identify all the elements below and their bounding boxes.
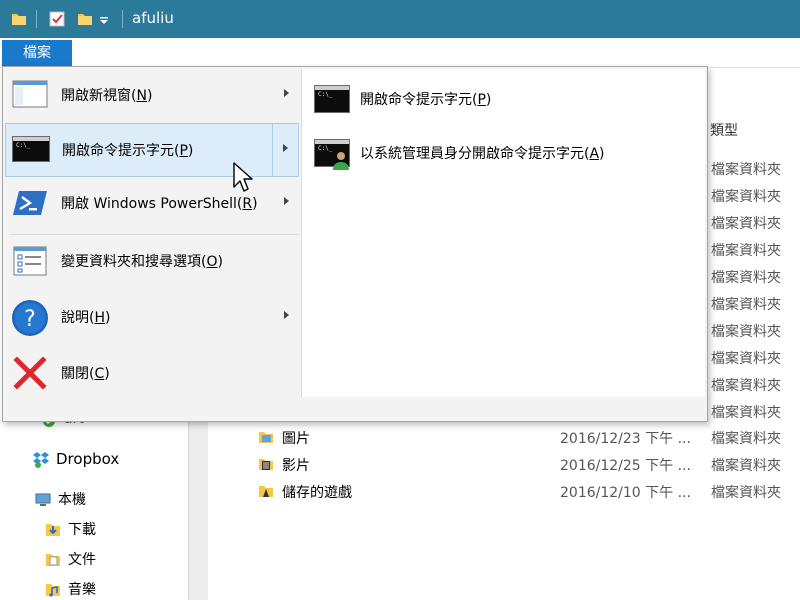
nav-item-label: 音樂 [68,582,96,598]
submenu-item-label: 以系統管理員身分開啟命令提示字元(A) [360,146,605,162]
submenu-item-label: 開啟命令提示字元(P) [360,92,492,108]
nav-item-downloads[interactable]: 下載 [44,516,96,542]
menu-item-label: 關閉(C) [61,366,110,382]
properties-icon[interactable] [48,10,66,28]
new-folder-icon[interactable] [76,10,94,28]
music-folder-icon [44,580,62,598]
mouse-cursor-icon [233,162,253,192]
nav-item-dropbox[interactable]: Dropbox [32,446,119,472]
folder-options-icon [11,245,49,277]
nav-item-label: 下載 [68,522,96,538]
type-cell: 檔案資料夾 [711,189,781,205]
menu-item-label: 開啟命令提示字元(P) [62,143,194,159]
navigation-pane: art Dropbox 本機 下載 文件 音樂 [0,400,188,600]
svg-text:?: ? [24,307,36,332]
videos-folder-icon [258,456,274,472]
menu-item-label: 說明(H) [61,310,111,326]
file-name: 影片 [282,458,310,474]
menu-item-label: 開啟新視窗(N) [61,88,153,104]
menu-item-label: 開啟 Windows PowerShell(R) [61,196,258,212]
file-menu-commands: 開啟新視窗(N) C:\_ 開啟命令提示字元(P) 開啟 Windows Pow… [3,67,301,421]
table-row[interactable]: 圖片 2016/12/23 下午 ... 檔案資料夾 [258,426,800,450]
table-row[interactable]: 影片 2016/12/25 下午 ... 檔案資料夾 [258,453,800,477]
customize-toolbar-dropdown-icon[interactable] [98,14,116,32]
type-cell: 檔案資料夾 [711,297,781,313]
help-icon: ? [11,299,49,336]
navigation-scrollbar[interactable] [188,400,208,600]
command-prompt-icon: C:\_ [12,136,50,162]
nav-item-this-pc[interactable]: 本機 [34,486,86,512]
command-prompt-submenu: C:\_ 開啟命令提示字元(P) C:\_ 以系統管理員身分開啟命令提示字元(A… [301,69,705,397]
admin-command-prompt-icon: C:\_ [314,139,350,170]
submenu-arrow-icon [284,89,289,97]
menu-item-open-new-window[interactable]: 開啟新視窗(N) [5,69,299,123]
file-name: 儲存的遊戲 [282,485,352,501]
menu-item-close[interactable]: 關閉(C) [5,347,299,401]
file-type: 檔案資料夾 [711,431,781,447]
powershell-icon [11,187,49,219]
type-cell: 檔案資料夾 [711,270,781,286]
pictures-folder-icon [258,429,274,445]
nav-item-label: 本機 [58,492,86,508]
file-type: 檔案資料夾 [711,485,781,501]
submenu-arrow-icon [284,197,289,205]
tab-file[interactable]: 檔案 [2,40,72,66]
saved-games-folder-icon [258,483,274,499]
nav-item-label: Dropbox [56,450,120,468]
nav-item-music[interactable]: 音樂 [44,576,96,600]
nav-item-label: 文件 [68,552,96,568]
new-window-icon [11,79,49,111]
menu-item-change-folder-options[interactable]: 變更資料夾和搜尋選項(O) [5,235,299,289]
menu-item-label: 變更資料夾和搜尋選項(O) [61,254,223,270]
type-cell: 檔案資料夾 [711,216,781,232]
submenu-item-open-command-prompt[interactable]: C:\_ 開啟命令提示字元(P) [310,77,700,121]
downloads-folder-icon [44,520,62,538]
submenu-arrow-icon[interactable] [283,144,288,152]
type-cell: 檔案資料夾 [711,378,781,394]
this-pc-icon [34,490,52,508]
file-menu: 開啟新視窗(N) C:\_ 開啟命令提示字元(P) 開啟 Windows Pow… [2,66,708,422]
split-divider [272,124,273,176]
title-bar: afuliu [0,0,800,38]
documents-folder-icon [44,550,62,568]
table-row[interactable]: 儲存的遊戲 2016/12/10 下午 ... 檔案資料夾 [258,480,800,504]
file-date: 2016/12/25 下午 ... [560,458,691,474]
type-cell: 檔案資料夾 [711,243,781,259]
type-cell: 檔案資料夾 [711,405,781,421]
nav-item-documents[interactable]: 文件 [44,546,96,572]
file-date: 2016/12/10 下午 ... [560,485,691,501]
type-cell: 檔案資料夾 [711,162,781,178]
file-date: 2016/12/23 下午 ... [560,431,691,447]
command-prompt-icon: C:\_ [314,85,350,113]
type-cell: 檔案資料夾 [711,324,781,340]
dropbox-icon [32,450,50,468]
ribbon-tabs: 檔案 [0,38,800,68]
window-title: afuliu [132,9,174,27]
file-type: 檔案資料夾 [711,458,781,474]
file-name: 圖片 [282,431,310,447]
separator [122,10,123,28]
submenu-item-open-command-prompt-admin[interactable]: C:\_ 以系統管理員身分開啟命令提示字元(A) [310,131,700,175]
column-header-type[interactable]: 類型 [710,120,738,140]
submenu-arrow-icon [284,311,289,319]
type-cell: 檔案資料夾 [711,351,781,367]
separator [36,10,37,28]
close-icon [13,356,51,390]
folder-icon[interactable] [10,10,28,28]
menu-item-help[interactable]: ? 說明(H) [5,291,299,345]
